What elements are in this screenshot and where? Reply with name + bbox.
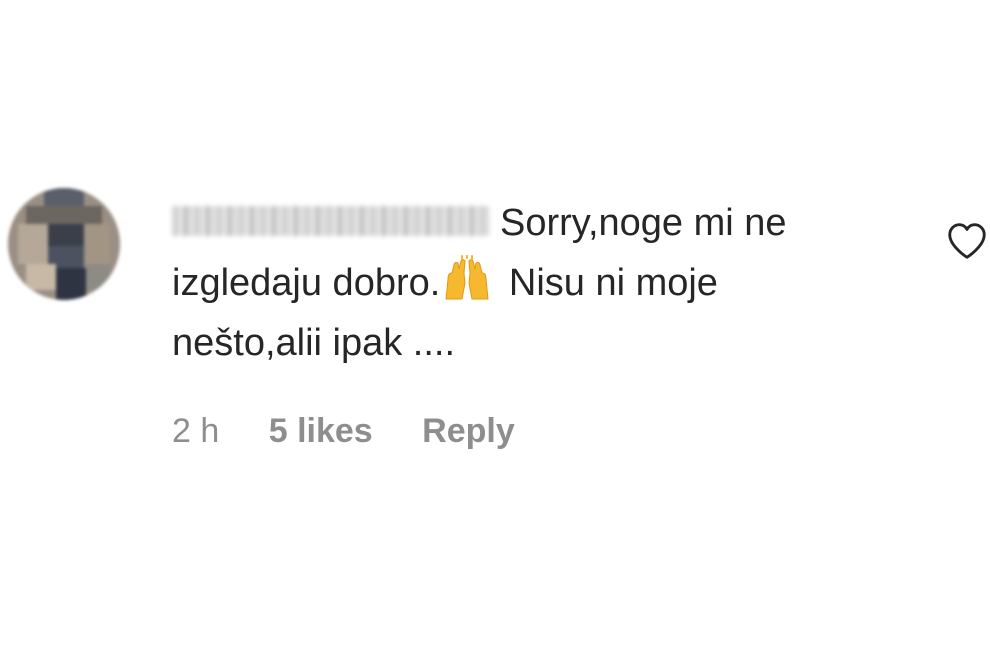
comment-text-line-1: Sorry,noge mi ne	[500, 202, 787, 244]
reply-button[interactable]: Reply	[422, 412, 515, 451]
comment-meta: 2 h 5 likes Reply	[172, 412, 515, 451]
comment-item: emjaojerkanka Sorry,noge mi ne izgledaju …	[0, 0, 990, 648]
comment-text-line-2a: izgledaju dobro.	[172, 262, 441, 304]
comment-username[interactable]: emjaojerkanka	[172, 205, 490, 236]
comment-text-line-2b: Nisu ni moje	[498, 262, 718, 304]
comment-text: emjaojerkanka Sorry,noge mi ne izgledaju …	[172, 193, 872, 373]
avatar[interactable]	[8, 188, 120, 300]
heart-outline-icon[interactable]	[944, 218, 990, 264]
comment-text-line-3: nešto,alii ipak ....	[172, 322, 456, 364]
raising-hands-icon	[442, 254, 492, 303]
comment-timestamp[interactable]: 2 h	[172, 412, 219, 451]
comment-likes-count[interactable]: 5 likes	[269, 412, 373, 451]
